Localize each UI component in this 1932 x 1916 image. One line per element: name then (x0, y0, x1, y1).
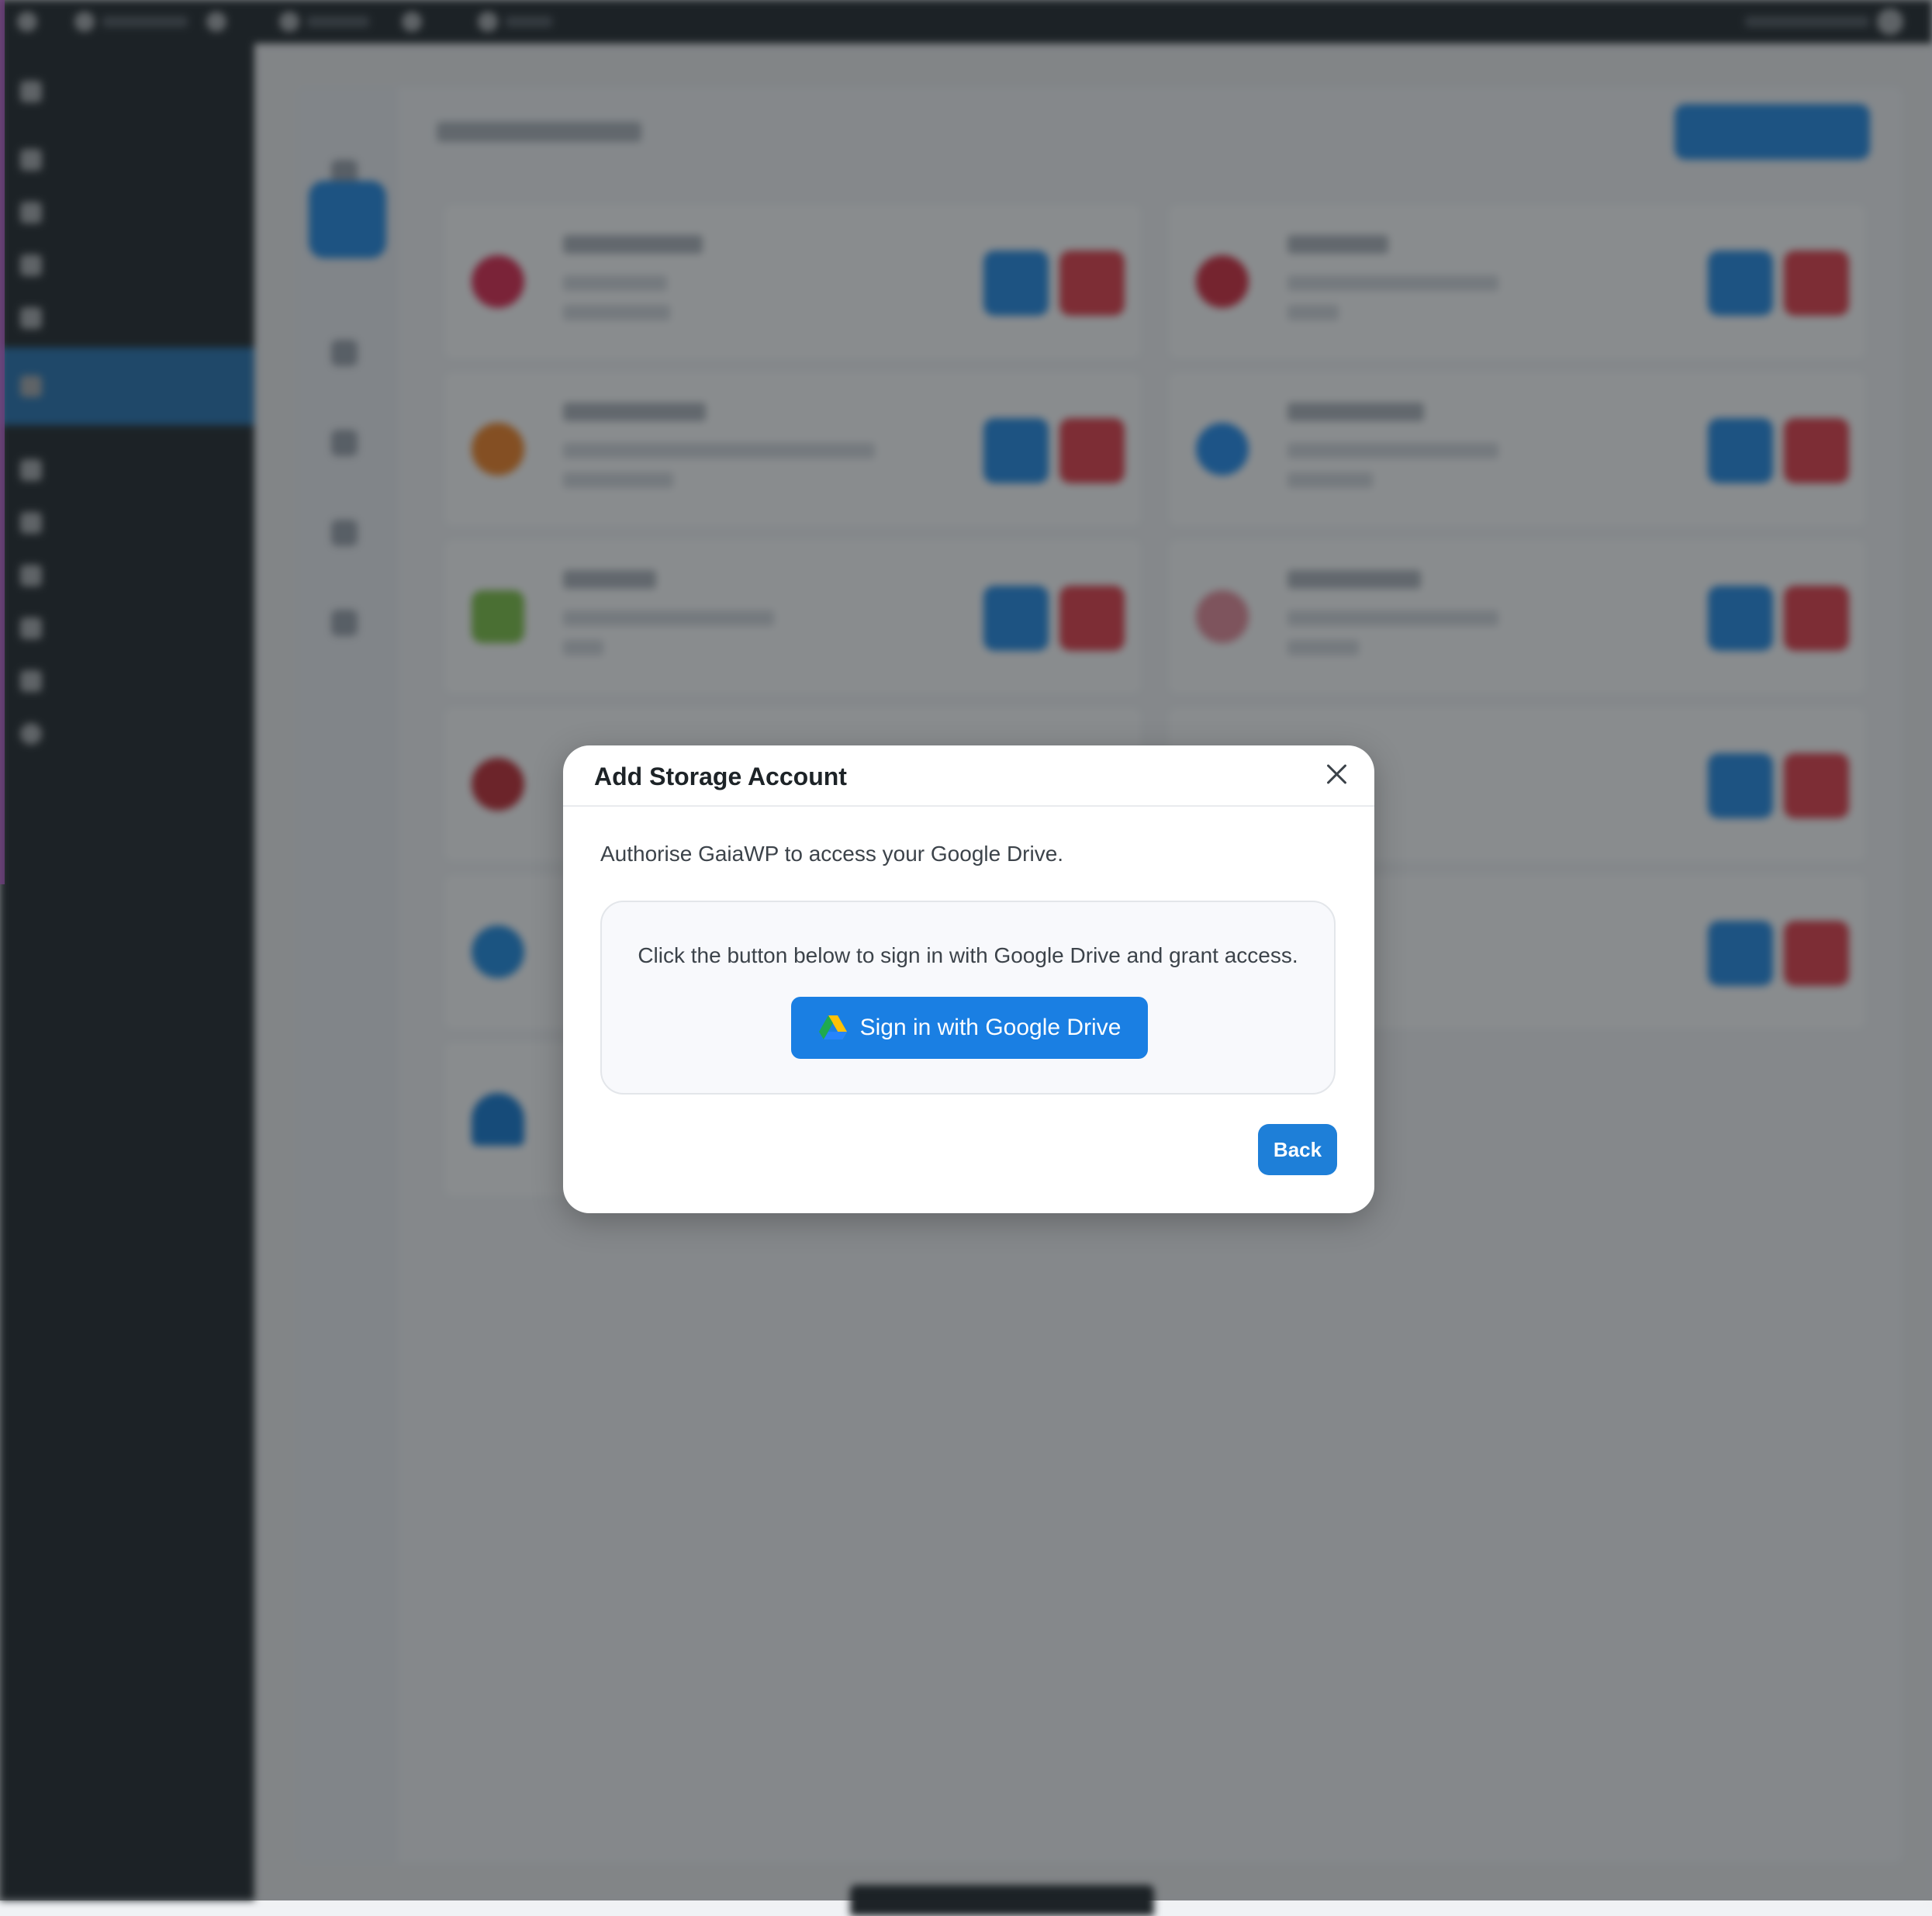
modal-title: Add Storage Account (594, 763, 847, 790)
sign-in-label: Sign in with Google Drive (859, 1015, 1122, 1040)
modal-description: Authorise GaiaWP to access your Google D… (600, 842, 1064, 866)
window-edge (0, 0, 5, 884)
auth-box: Click the button below to sign in with G… (600, 901, 1336, 1095)
close-icon[interactable] (1322, 759, 1351, 789)
back-button[interactable]: Back (1258, 1124, 1337, 1175)
sign-in-google-drive-button[interactable]: Sign in with Google Drive (791, 997, 1148, 1059)
auth-instruction: Click the button below to sign in with G… (638, 943, 1298, 967)
add-storage-account-modal: Add Storage Account Authorise GaiaWP to … (563, 745, 1374, 1213)
modal-header: Add Storage Account (563, 745, 1374, 807)
google-drive-icon (818, 1015, 847, 1039)
